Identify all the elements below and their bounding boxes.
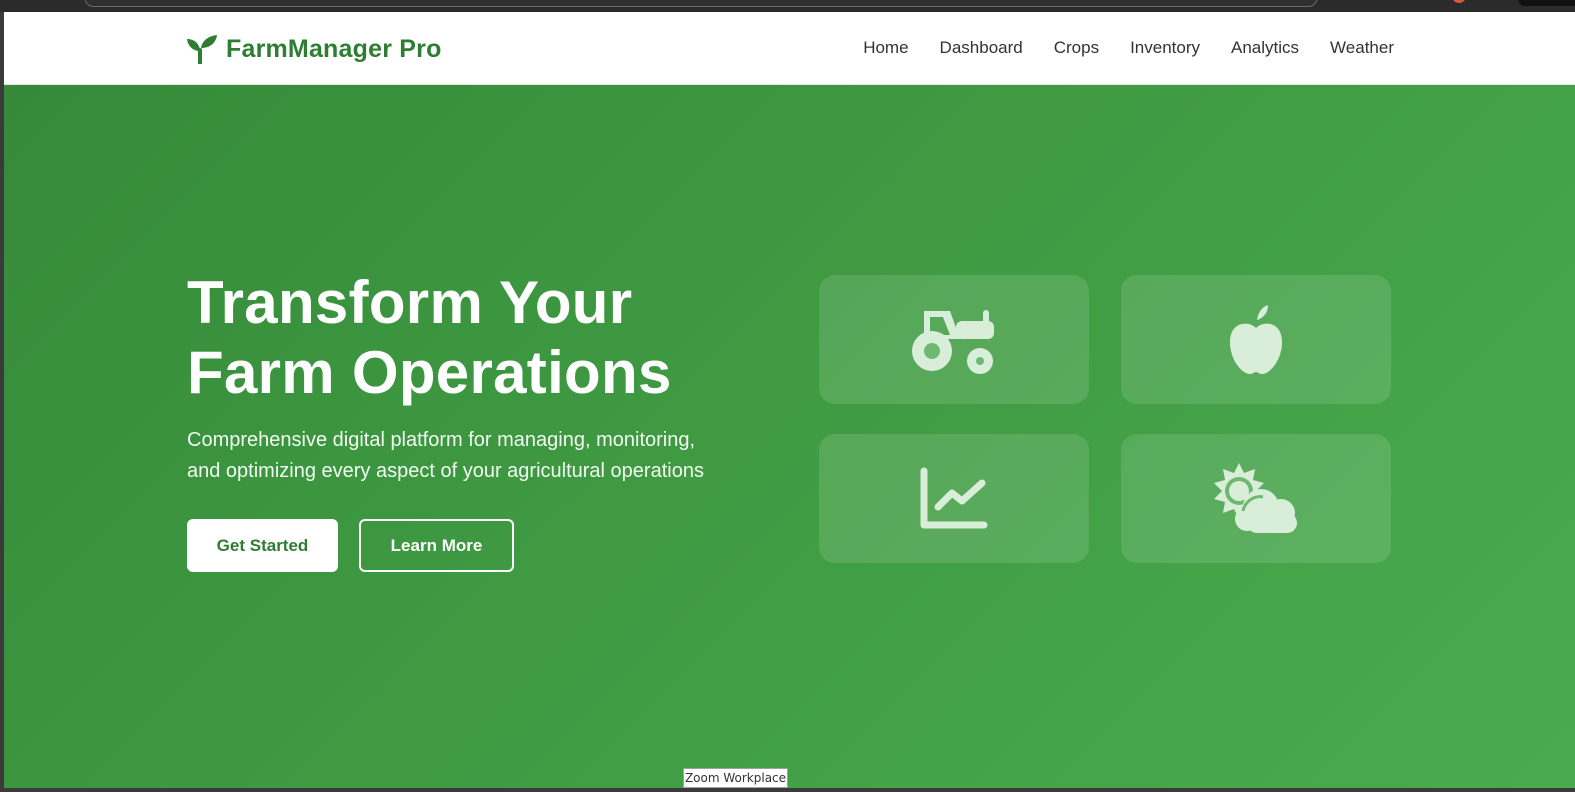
brand-name: FarmManager Pro xyxy=(226,34,442,63)
chart-line-icon xyxy=(918,467,990,531)
address-bar[interactable] xyxy=(84,0,1318,7)
navbar: FarmManager Pro Home Dashboard Crops Inv… xyxy=(4,12,1575,85)
feature-card-tractor[interactable] xyxy=(819,275,1089,404)
nav-link-weather[interactable]: Weather xyxy=(1330,38,1394,58)
page-viewport: FarmManager Pro Home Dashboard Crops Inv… xyxy=(4,12,1575,788)
nav-link-dashboard[interactable]: Dashboard xyxy=(940,38,1023,58)
browser-top-strip xyxy=(0,0,1575,12)
nav-links: Home Dashboard Crops Inventory Analytics… xyxy=(863,38,1394,58)
seedling-icon xyxy=(186,34,218,65)
hero-title-line-1: Transform Your xyxy=(187,269,633,336)
brand-logo[interactable]: FarmManager Pro xyxy=(186,34,442,65)
feature-card-weather[interactable] xyxy=(1121,434,1391,563)
nav-link-crops[interactable]: Crops xyxy=(1054,38,1099,58)
cloud-sun-icon xyxy=(1211,462,1301,535)
feature-card-apple[interactable] xyxy=(1121,275,1391,404)
get-started-button[interactable]: Get Started xyxy=(187,519,338,572)
zoom-workplace-tooltip: Zoom Workplace xyxy=(683,768,788,788)
learn-more-button[interactable]: Learn More xyxy=(359,519,514,572)
tab-indicator xyxy=(1452,0,1466,3)
feature-card-analytics[interactable] xyxy=(819,434,1089,563)
hero-subtitle: Comprehensive digital platform for manag… xyxy=(187,425,787,487)
hero-subtitle-line-1: Comprehensive digital platform for manag… xyxy=(187,429,696,451)
hero-title: Transform Your Farm Operations xyxy=(187,268,787,408)
tractor-icon xyxy=(910,305,998,375)
nav-link-inventory[interactable]: Inventory xyxy=(1130,38,1200,58)
browser-tab[interactable] xyxy=(1518,0,1575,6)
nav-link-home[interactable]: Home xyxy=(863,38,908,58)
apple-icon xyxy=(1224,304,1288,376)
hero-subtitle-line-2: and optimizing every aspect of your agri… xyxy=(187,460,704,482)
hero-section: Transform Your Farm Operations Comprehen… xyxy=(4,85,1575,788)
nav-link-analytics[interactable]: Analytics xyxy=(1231,38,1299,58)
hero-title-line-2: Farm Operations xyxy=(187,339,672,406)
